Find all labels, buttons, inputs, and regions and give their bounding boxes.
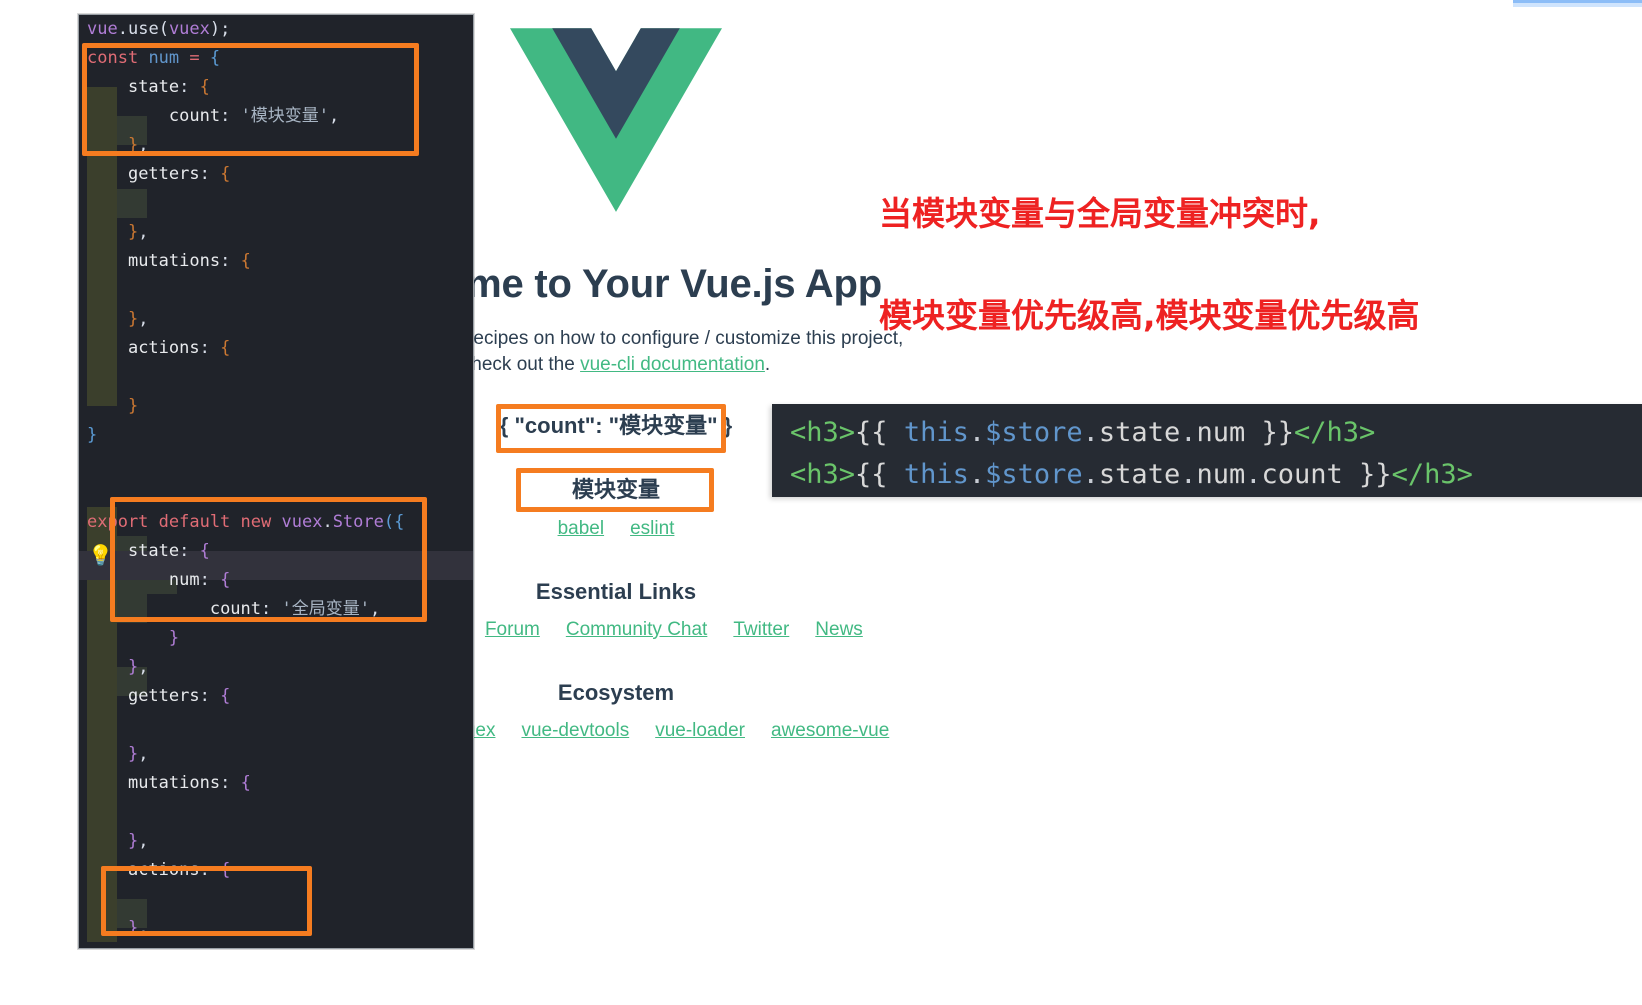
link-news[interactable]: News	[815, 619, 863, 640]
link-babel[interactable]: babel	[558, 518, 605, 539]
code-line: },	[127, 222, 149, 242]
code-line: }	[87, 425, 98, 445]
code-line: }	[168, 628, 180, 648]
code-line: vue.use(vuex);	[87, 19, 231, 39]
code-line: },	[127, 744, 149, 764]
code-line: }	[127, 396, 139, 416]
intro-line-2-prefix: check out the	[461, 354, 581, 375]
code-line: },	[127, 657, 149, 677]
code-line: modules: {	[79, 943, 473, 948]
code-line: mutations: {	[127, 773, 251, 793]
code-line: },	[127, 309, 149, 329]
vue-cli-documentation-link[interactable]: vue-cli documentation	[580, 354, 765, 375]
template-snippet-panel: <h3>{{ this.$store.state.num }}</h3> <h3…	[772, 404, 1642, 497]
link-community-chat[interactable]: Community Chat	[566, 619, 708, 640]
red-note-line-2: 模块变量优先级高,模块变量优先级高	[879, 296, 1420, 335]
code-line: const num = {	[87, 48, 221, 68]
red-annotation-note: 当模块变量与全局变量冲突时, 模块变量优先级高,模块变量优先级高	[879, 137, 1579, 392]
link-awesome-vue[interactable]: awesome-vue	[771, 720, 889, 741]
code-line: mutations: {	[127, 251, 251, 271]
code-line: count: '模块变量',	[168, 106, 340, 126]
intro-line-2-suffix: .	[764, 354, 771, 375]
code-line: getters: {	[127, 164, 231, 184]
code-line: getters: {	[127, 686, 231, 706]
editor-code-lines[interactable]: vue.use(vuex); const num = { state: { co…	[79, 15, 473, 948]
code-line: state: {	[127, 77, 210, 97]
link-eslint[interactable]: eslint	[630, 518, 674, 539]
code-line: },	[127, 831, 149, 851]
code-line: count: '全局变量',	[209, 599, 381, 619]
code-line: actions: {	[127, 338, 231, 358]
lightbulb-hint-icon[interactable]: 💡	[88, 545, 113, 567]
link-vue-loader[interactable]: vue-loader	[655, 720, 745, 741]
code-line: },	[127, 135, 149, 155]
snippet-line-1: <h3>{{ this.$store.state.num }}</h3>	[790, 417, 1376, 448]
code-line: state: {	[127, 541, 210, 561]
code-line: export default new vuex.Store({	[87, 512, 405, 532]
snippet-line-2: <h3>{{ this.$store.state.num.count }}</h…	[790, 459, 1473, 490]
link-vue-devtools[interactable]: vue-devtools	[521, 720, 629, 741]
link-twitter[interactable]: Twitter	[733, 619, 789, 640]
code-editor-panel[interactable]: vue.use(vuex); const num = { state: { co…	[78, 14, 474, 949]
vue-logo-icon	[510, 28, 722, 212]
code-line: actions: {	[127, 860, 231, 880]
code-line: num: {	[168, 570, 231, 590]
top-blue-bar	[1513, 0, 1642, 7]
red-note-line-1: 当模块变量与全局变量冲突时,	[879, 194, 1321, 233]
code-line: },	[127, 918, 149, 938]
link-forum[interactable]: Forum	[485, 619, 540, 640]
